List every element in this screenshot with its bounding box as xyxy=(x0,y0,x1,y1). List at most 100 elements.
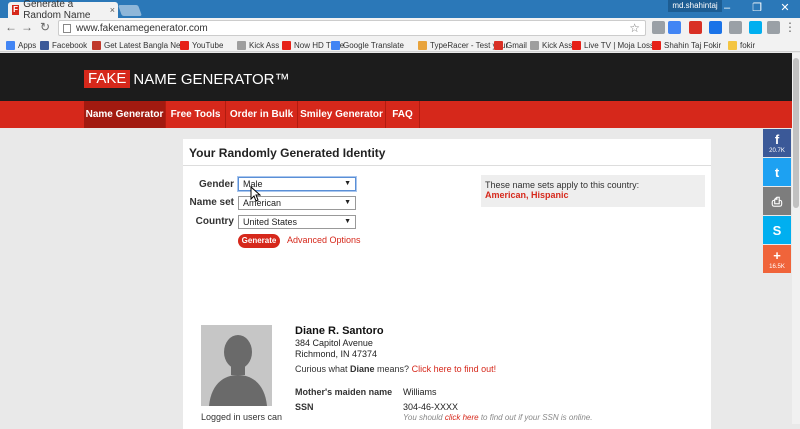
ssn-value: 304-46-XXXX xyxy=(403,402,459,412)
bookmark-label: Shahin Taj Fokir xyxy=(664,40,722,50)
window-close-button[interactable]: ✕ xyxy=(770,0,800,18)
share-more-button[interactable]: +16.5K xyxy=(763,245,791,273)
share-print-button[interactable]: ⎙ xyxy=(763,187,791,215)
facebook-icon: f xyxy=(774,132,780,147)
address-bar[interactable]: www.fakenamegenerator.com ☆ xyxy=(58,20,646,36)
title-divider xyxy=(183,165,711,166)
new-tab-button[interactable] xyxy=(117,5,143,16)
facebook-icon xyxy=(40,40,49,50)
bookmark-item[interactable]: Facebook xyxy=(40,39,87,51)
ssn-label: SSN xyxy=(295,402,314,412)
iq-icon[interactable] xyxy=(709,21,722,34)
picture-icon[interactable] xyxy=(729,21,742,34)
person-name: Diane R. Santoro xyxy=(295,325,384,337)
youtube-icon xyxy=(652,40,661,50)
shield-icon[interactable] xyxy=(668,21,681,34)
skype-icon: S xyxy=(772,223,782,238)
nav-faq[interactable]: FAQ xyxy=(386,101,420,128)
gmail-icon xyxy=(494,40,503,50)
page-info-icon[interactable] xyxy=(63,23,71,33)
translate-icon xyxy=(331,40,340,50)
nav-smiley-generator[interactable]: Smiley Generator xyxy=(298,101,386,128)
bookmark-label: Apps xyxy=(18,40,37,50)
address-url: www.fakenamegenerator.com xyxy=(76,22,208,34)
person-silhouette-icon xyxy=(201,325,272,406)
logo-text: NAME GENERATOR™ xyxy=(133,70,290,88)
tag-icon[interactable] xyxy=(652,21,665,34)
nav-order-in-bulk[interactable]: Order in Bulk xyxy=(226,101,298,128)
share-facebook-button[interactable]: f 20.7K xyxy=(763,129,791,157)
bookmark-item[interactable]: Kick Ass xyxy=(237,39,279,51)
bookmark-item[interactable]: Google Translate xyxy=(331,39,404,51)
page-title: Your Randomly Generated Identity xyxy=(189,146,386,160)
ssn-note: You should click here to find out if you… xyxy=(403,413,592,422)
scrollbar-thumb[interactable] xyxy=(793,58,799,208)
nav-free-tools[interactable]: Free Tools xyxy=(166,101,226,128)
share-count: 20.7K xyxy=(769,148,785,154)
bookmark-label: YouTube xyxy=(192,40,224,50)
chevron-down-icon: ▼ xyxy=(344,218,351,225)
forward-button[interactable]: → xyxy=(20,20,34,34)
ssn-note-prefix: You should xyxy=(403,413,445,422)
back-button[interactable]: ← xyxy=(4,20,18,34)
curious-suffix: means? xyxy=(374,364,412,374)
news-icon xyxy=(92,40,101,50)
share-skype-button[interactable]: S xyxy=(763,216,791,244)
maiden-name-value: Williams xyxy=(403,387,437,397)
nameset-note: These name sets apply to this country: A… xyxy=(481,175,705,207)
bookmark-label: Kick Ass xyxy=(542,40,573,50)
name-meaning-prompt: Curious what Diane means? Click here to … xyxy=(295,364,496,374)
fng-favicon-icon: F xyxy=(12,5,20,15)
advanced-options-link[interactable]: Advanced Options xyxy=(287,235,361,245)
bookmark-item[interactable]: Get Latest Bangla Ne xyxy=(92,39,181,51)
share-twitter-button[interactable]: t xyxy=(763,158,791,186)
country-select[interactable]: United States ▼ xyxy=(238,215,356,229)
apps-icon xyxy=(6,40,15,50)
page-icon xyxy=(530,40,539,50)
bookmark-label: Live TV | Moja Loss? xyxy=(584,40,659,50)
avatar xyxy=(201,325,272,406)
nameset-label: Name set xyxy=(189,197,234,208)
bookmark-item[interactable]: Live TV | Moja Loss? xyxy=(572,39,658,51)
chevron-down-icon: ▼ xyxy=(344,199,351,206)
window-maximize-button[interactable]: ❐ xyxy=(742,0,772,18)
chevron-down-icon: ▼ xyxy=(344,180,351,187)
curious-prefix: Curious what xyxy=(295,364,351,374)
bookmark-item[interactable]: Shahin Taj Fokir xyxy=(652,39,721,51)
heart-icon[interactable] xyxy=(689,21,702,34)
hd-icon xyxy=(282,40,291,50)
bookmark-item[interactable]: fokir xyxy=(728,39,755,51)
name-meaning-link[interactable]: Click here to find out! xyxy=(412,364,497,374)
reload-button[interactable]: ↻ xyxy=(38,20,52,34)
maiden-name-label: Mother's maiden name xyxy=(295,387,393,397)
mail-icon[interactable] xyxy=(767,21,780,34)
browser-tab-active[interactable]: F Generate a Random Name × xyxy=(8,0,118,21)
country-label: Country xyxy=(195,216,234,227)
ssn-note-suffix: to find out if your SSN is online. xyxy=(478,413,593,422)
window-minimize-button[interactable]: – xyxy=(712,0,742,18)
ssn-check-link[interactable]: click here xyxy=(445,413,479,422)
bookmark-label: fokir xyxy=(740,40,756,50)
bookmark-item[interactable]: Kick Ass xyxy=(530,39,572,51)
share-count: 16.5K xyxy=(769,264,785,270)
skype-icon[interactable] xyxy=(749,21,762,34)
tv-icon xyxy=(572,40,581,50)
logo-fake: FAKE xyxy=(84,70,131,88)
bookmark-item[interactable]: Gmail xyxy=(494,39,527,51)
bookmark-star-icon[interactable]: ☆ xyxy=(629,21,640,35)
address-line-1: 384 Capitol Avenue xyxy=(295,338,373,348)
bookmark-item[interactable]: Apps xyxy=(6,39,36,51)
more-icon: + xyxy=(773,248,781,263)
typeracer-icon xyxy=(418,40,427,50)
bookmark-item[interactable]: YouTube xyxy=(180,39,223,51)
generate-button[interactable]: Generate xyxy=(238,234,280,248)
nav-name-generator[interactable]: Name Generator xyxy=(84,101,166,128)
bookmark-label: Kick Ass xyxy=(249,40,280,50)
youtube-icon xyxy=(180,40,189,50)
tab-close-icon[interactable]: × xyxy=(110,5,115,15)
browser-menu-button[interactable]: ⋮ xyxy=(783,20,797,34)
nameset-value: American xyxy=(243,198,282,208)
site-logo[interactable]: FAKE NAME GENERATOR™ xyxy=(84,70,290,88)
bookmark-label: Facebook xyxy=(52,40,88,50)
folder-icon xyxy=(728,40,737,50)
